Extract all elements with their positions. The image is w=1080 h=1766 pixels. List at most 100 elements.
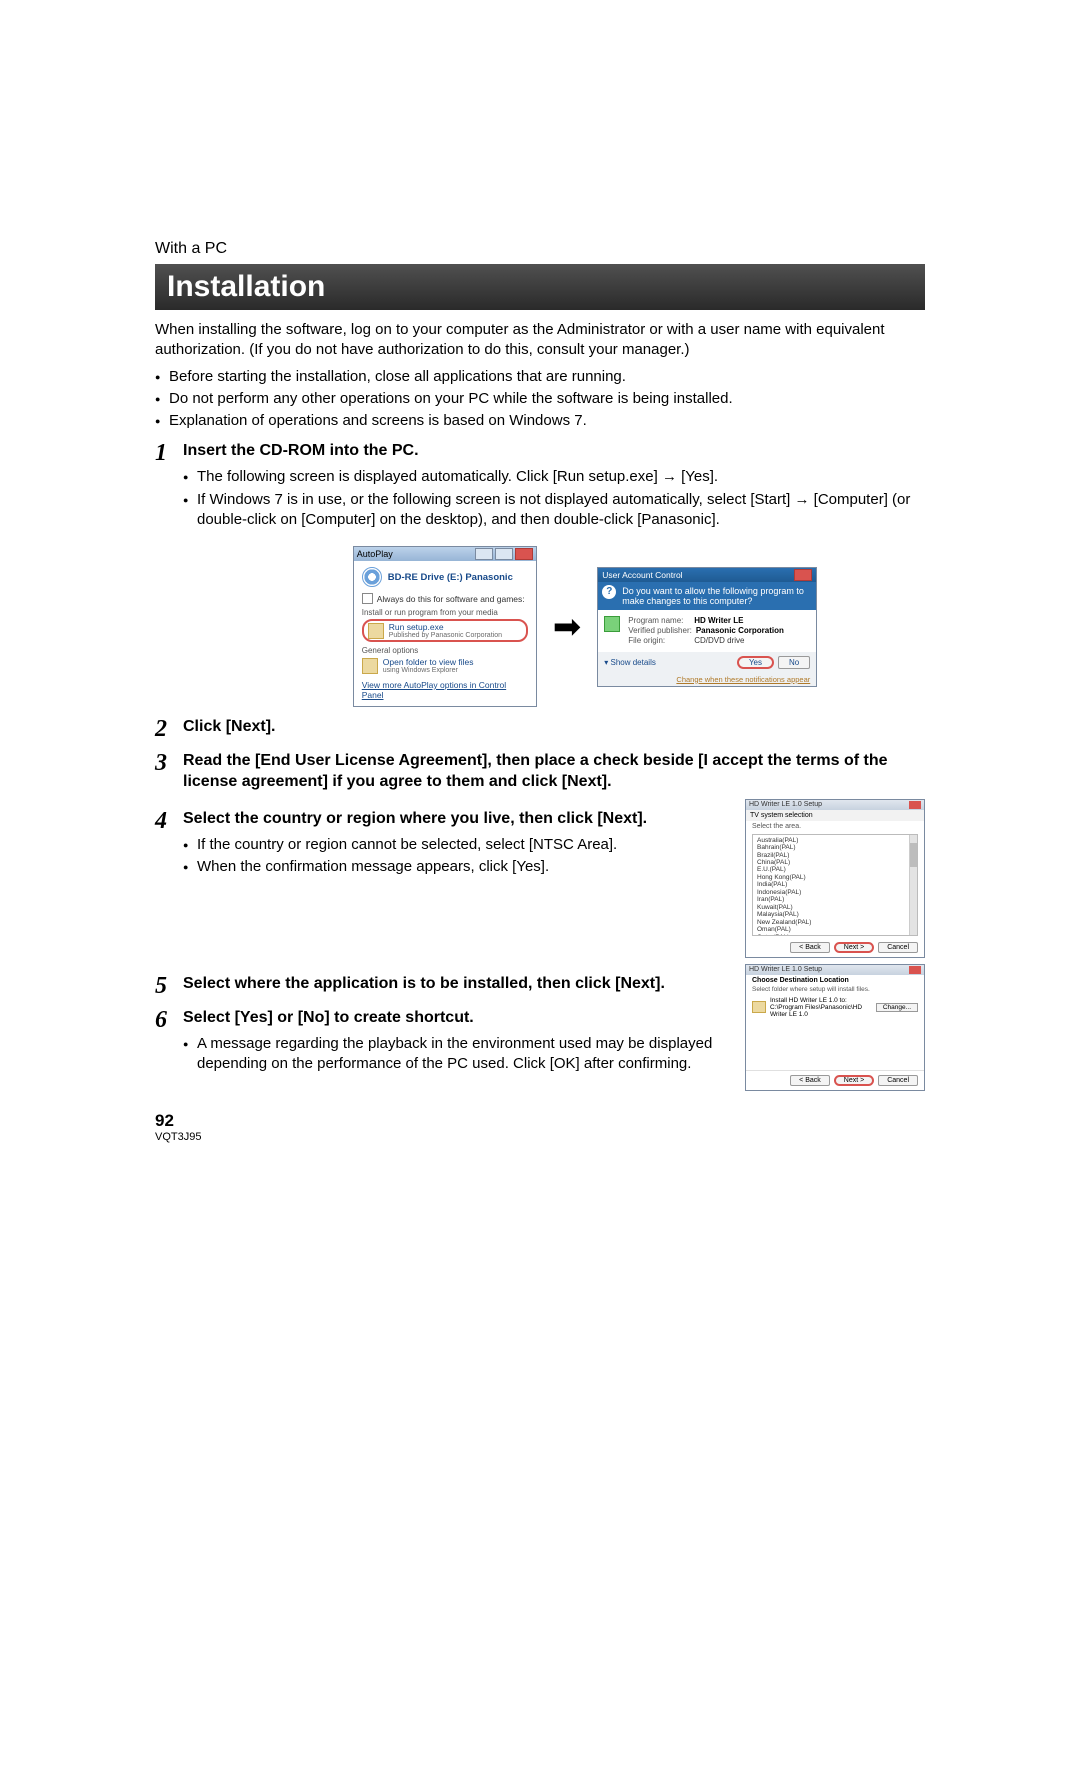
list-item[interactable]: E.U.(PAL) — [757, 866, 913, 873]
cancel-button[interactable]: Cancel — [878, 1075, 918, 1086]
list-item[interactable]: Oman(PAL) — [757, 926, 913, 933]
yes-button[interactable]: Yes — [737, 656, 774, 669]
step-number: 6 — [155, 1008, 175, 1032]
list-item[interactable]: India(PAL) — [757, 881, 913, 888]
run-setup-label: Run setup.exe — [389, 622, 444, 632]
note-item: If Windows 7 is in use, or the following… — [183, 490, 925, 531]
dialog-subtitle: Choose Destination Location — [746, 975, 924, 986]
run-setup-option[interactable]: Run setup.exe Published by Panasonic Cor… — [362, 619, 528, 642]
open-folder-sub: using Windows Explorer — [383, 667, 474, 674]
list-item[interactable]: Bahrain(PAL) — [757, 844, 913, 851]
dialog-titlebar: AutoPlay — [354, 547, 536, 561]
pre-install-notes: Before starting the installation, close … — [155, 367, 925, 432]
change-button[interactable]: Change... — [876, 1003, 918, 1012]
close-icon[interactable] — [794, 569, 812, 581]
step-heading: Select [Yes] or [No] to create shortcut. — [183, 1008, 725, 1029]
close-icon[interactable] — [909, 966, 921, 974]
install-path: C:\Program Files\Panasonic\HD Writer LE … — [770, 1004, 872, 1018]
change-notifications-link[interactable]: Change when these notifications appear — [598, 673, 816, 686]
no-button[interactable]: No — [778, 656, 810, 669]
minimize-icon[interactable] — [475, 548, 493, 560]
step-number: 2 — [155, 717, 175, 741]
intro-paragraph: When installing the software, log on to … — [155, 320, 925, 361]
program-icon — [604, 616, 620, 632]
group-label: General options — [362, 646, 528, 655]
arrow-right-icon: ➡ — [553, 607, 582, 647]
value: CD/DVD drive — [694, 636, 744, 645]
destination-dialog: HD Writer LE 1.0 Setup Choose Destinatio… — [745, 964, 925, 1091]
list-item[interactable]: Indonesia(PAL) — [757, 889, 913, 896]
step-5: 5 Select where the application is to be … — [155, 974, 725, 998]
dialog-title: HD Writer LE 1.0 Setup — [749, 801, 822, 809]
next-button[interactable]: Next > — [834, 942, 874, 953]
step-number: 5 — [155, 974, 175, 998]
dialog-title: AutoPlay — [357, 549, 393, 559]
back-button[interactable]: < Back — [790, 942, 830, 953]
dialog-subtitle: TV system selection — [746, 810, 924, 821]
list-item[interactable]: China(PAL) — [757, 859, 913, 866]
folder-icon — [362, 658, 378, 674]
autoplay-dialog: AutoPlay BD-RE Drive (E:) Panasonic Alwa… — [353, 546, 537, 707]
always-checkbox[interactable] — [362, 593, 373, 604]
step-4-notes: If the country or region cannot be selec… — [183, 835, 725, 878]
dialog-title: User Account Control — [602, 570, 682, 580]
list-item[interactable]: Kuwait(PAL) — [757, 904, 913, 911]
step-2: 2 Click [Next]. — [155, 717, 925, 741]
shield-icon: ? — [602, 585, 616, 599]
list-item[interactable]: Iran(PAL) — [757, 896, 913, 903]
step-3: 3 Read the [End User License Agreement],… — [155, 751, 925, 793]
step-number: 3 — [155, 751, 175, 775]
value: HD Writer LE — [694, 616, 743, 625]
installer-icon — [368, 623, 384, 639]
step-heading: Select the country or region where you l… — [183, 809, 725, 830]
label: Verified publisher: — [628, 626, 692, 635]
list-item[interactable]: Brazil(PAL) — [757, 852, 913, 859]
step-5-6-row: 5 Select where the application is to be … — [155, 964, 925, 1091]
dialog-instruction: Select folder where setup will install f… — [746, 986, 924, 995]
open-folder-option[interactable]: Open folder to view files using Windows … — [362, 657, 528, 674]
value: Panasonic Corporation — [696, 626, 784, 635]
scrollbar[interactable] — [909, 835, 917, 935]
always-label: Always do this for software and games: — [377, 594, 525, 604]
uac-question-text: Do you want to allow the following progr… — [622, 586, 804, 606]
back-button[interactable]: < Back — [790, 1075, 830, 1086]
show-details-toggle[interactable]: ▾ Show details — [604, 658, 656, 667]
cancel-button[interactable]: Cancel — [878, 942, 918, 953]
step-heading: Click [Next]. — [183, 717, 925, 738]
group-label: Install or run program from your media — [362, 608, 528, 617]
list-item[interactable]: Qatar(PAL) — [757, 934, 913, 936]
list-item[interactable]: Hong Kong(PAL) — [757, 874, 913, 881]
country-listbox[interactable]: Australia(PAL) Bahrain(PAL) Brazil(PAL) … — [752, 834, 918, 936]
section-label: With a PC — [155, 240, 925, 258]
drive-label: BD-RE Drive (E:) Panasonic — [388, 572, 513, 583]
screenshots-row: AutoPlay BD-RE Drive (E:) Panasonic Alwa… — [245, 546, 925, 707]
step-number: 1 — [155, 441, 175, 465]
list-item[interactable]: New Zealand(PAL) — [757, 919, 913, 926]
page-number: 92 — [155, 1111, 925, 1131]
label: Program name: — [628, 616, 690, 625]
close-icon[interactable] — [515, 548, 533, 560]
step-heading: Read the [End User License Agreement], t… — [183, 751, 925, 793]
step-heading: Insert the CD-ROM into the PC. — [183, 441, 925, 462]
note-item: Do not perform any other operations on y… — [155, 389, 925, 409]
uac-question: ? Do you want to allow the following pro… — [598, 582, 816, 610]
step-1: 1 Insert the CD-ROM into the PC. — [155, 441, 925, 465]
step-heading: Select where the application is to be in… — [183, 974, 725, 995]
page-title: Installation — [155, 264, 925, 310]
next-button[interactable]: Next > — [834, 1075, 874, 1086]
manual-page: With a PC Installation When installing t… — [155, 240, 925, 1143]
label: File origin: — [628, 636, 690, 645]
note-item: Before starting the installation, close … — [155, 367, 925, 387]
step-6-notes: A message regarding the playback in the … — [183, 1034, 725, 1075]
note-item: If the country or region cannot be selec… — [183, 835, 725, 855]
note-item: Explanation of operations and screens is… — [155, 411, 925, 431]
maximize-icon[interactable] — [495, 548, 513, 560]
list-item[interactable]: Malaysia(PAL) — [757, 911, 913, 918]
more-options-link[interactable]: View more AutoPlay options in Control Pa… — [362, 680, 528, 700]
list-item[interactable]: Australia(PAL) — [757, 837, 913, 844]
install-to-label: Install HD Writer LE 1.0 to: — [770, 997, 872, 1004]
document-code: VQT3J95 — [155, 1131, 925, 1143]
step-6: 6 Select [Yes] or [No] to create shortcu… — [155, 1008, 725, 1032]
disc-icon — [362, 567, 382, 587]
close-icon[interactable] — [909, 801, 921, 809]
